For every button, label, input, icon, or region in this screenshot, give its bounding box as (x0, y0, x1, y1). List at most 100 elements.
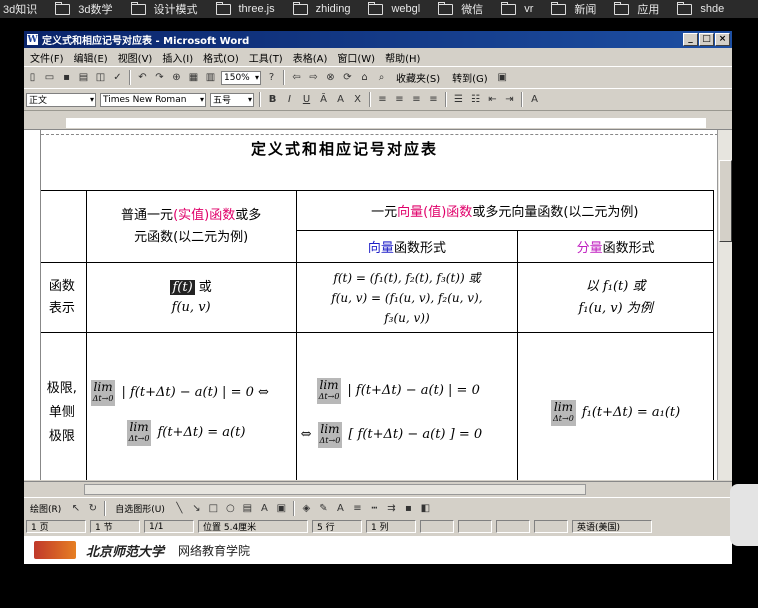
font-color-icon[interactable]: A (527, 92, 542, 107)
menu-insert[interactable]: 插入(I) (162, 50, 193, 65)
line-color-icon[interactable]: ✎ (316, 501, 331, 516)
menu-file[interactable]: 文件(F) (30, 50, 64, 65)
align-center-icon[interactable]: ≡ (392, 92, 407, 107)
bookmark-design-patterns[interactable]: 设计模式 (130, 1, 198, 17)
folder-icon (614, 1, 630, 15)
autoshapes-menu[interactable]: 自选图形(U) (115, 502, 165, 515)
minimize-button[interactable]: _ (683, 33, 698, 46)
menu-tools[interactable]: 工具(T) (249, 50, 283, 65)
menu-table[interactable]: 表格(A) (293, 50, 328, 65)
print-preview-icon[interactable]: ◫ (93, 70, 108, 85)
toolbar-separator (259, 92, 261, 107)
side-panel-handle[interactable] (730, 484, 758, 546)
show-web-toolbar-icon[interactable]: ▣ (495, 70, 510, 85)
increase-indent-icon[interactable]: ⇥ (502, 92, 517, 107)
arrow-icon[interactable]: ↘ (189, 501, 204, 516)
border-char-icon[interactable]: Ā (316, 92, 331, 107)
columns-icon[interactable]: ▥ (203, 70, 218, 85)
bookmark-3d-math[interactable]: 3d数学 (55, 1, 113, 17)
menu-format[interactable]: 格式(O) (203, 50, 239, 65)
rectangle-icon[interactable]: □ (206, 501, 221, 516)
word-app-icon[interactable]: W (27, 34, 38, 45)
print-icon[interactable]: ▤ (76, 70, 91, 85)
line-icon[interactable]: ╲ (172, 501, 187, 516)
numbering-icon[interactable]: ☰ (451, 92, 466, 107)
open-folder-icon[interactable]: ▭ (42, 70, 57, 85)
style-select[interactable]: 正文 (26, 92, 96, 107)
menu-window[interactable]: 窗口(W) (337, 50, 375, 65)
3d-icon[interactable]: ◧ (418, 501, 433, 516)
back-arrow-icon[interactable]: ⇦ (289, 70, 304, 85)
textbox-icon[interactable]: ▤ (240, 501, 255, 516)
clipart-icon[interactable]: ▣ (274, 501, 289, 516)
close-button[interactable]: × (715, 33, 730, 46)
save-icon[interactable]: ▪ (59, 70, 74, 85)
bookmark-apps[interactable]: 应用 (614, 1, 659, 17)
align-left-icon[interactable]: ≡ (375, 92, 390, 107)
select-objects-icon[interactable]: ↖ (68, 501, 83, 516)
vertical-scroll-thumb[interactable] (719, 160, 732, 242)
justify-icon[interactable]: ≡ (426, 92, 441, 107)
horizontal-scroll-thumb[interactable] (84, 484, 586, 495)
new-document-icon[interactable]: ▯ (25, 70, 40, 85)
font-color-icon[interactable]: A (333, 501, 348, 516)
school-logo (34, 541, 76, 559)
bookmark-threejs[interactable]: three.js (215, 1, 275, 15)
menu-help[interactable]: 帮助(H) (385, 50, 420, 65)
forward-arrow-icon[interactable]: ⇨ (306, 70, 321, 85)
align-right-icon[interactable]: ≡ (409, 92, 424, 107)
font-select[interactable]: Times New Roman (100, 92, 206, 107)
wordart-icon[interactable]: A (257, 501, 272, 516)
char-shading-icon[interactable]: A (333, 92, 348, 107)
dash-style-icon[interactable]: ┅ (367, 501, 382, 516)
underline-icon[interactable]: U (299, 92, 314, 107)
bookmark-news[interactable]: 新闻 (551, 1, 596, 17)
menu-view[interactable]: 视图(V) (118, 50, 153, 65)
help-icon[interactable]: ? (264, 70, 279, 85)
bookmark-webgl[interactable]: webgl (368, 1, 420, 15)
bookmark-vr[interactable]: vr (501, 1, 533, 15)
goto-menu[interactable]: 转到(G) (452, 70, 488, 85)
shadow-icon[interactable]: ▪ (401, 501, 416, 516)
bullets-icon[interactable]: ☷ (468, 92, 483, 107)
horizontal-scrollbar[interactable] (24, 481, 732, 496)
title-bar[interactable]: W 定义式和相应记号对应表 - Microsoft Word _ □ × (24, 31, 732, 48)
bookmark-3d-knowledge[interactable]: 3d知识 (3, 1, 37, 17)
document-page[interactable]: 定义式和相应记号对应表 普通一元(实值)函数或多 元函数(以二元为例) 一元向量… (41, 130, 718, 480)
bookmark-shde[interactable]: shde (677, 1, 724, 15)
arrow-style-icon[interactable]: ⇉ (384, 501, 399, 516)
oval-icon[interactable]: ○ (223, 501, 238, 516)
menu-edit[interactable]: 编辑(E) (74, 50, 108, 65)
bookmark-bar: 3d知识 3d数学 设计模式 three.js zhiding webgl 微信… (0, 0, 758, 18)
spelling-icon[interactable]: ✓ (110, 70, 125, 85)
toolbar-separator (445, 92, 447, 107)
bookmark-wechat[interactable]: 微信 (438, 1, 483, 17)
draw-menu[interactable]: 绘图(R) (30, 502, 61, 515)
font-size-select[interactable]: 五号 (210, 92, 254, 107)
decrease-indent-icon[interactable]: ⇤ (485, 92, 500, 107)
zoom-select[interactable]: 150% (221, 70, 261, 85)
horizontal-ruler[interactable] (24, 117, 732, 130)
line-style-icon[interactable]: ≡ (350, 501, 365, 516)
favorites-menu[interactable]: 收藏夹(S) (396, 70, 440, 85)
home-icon[interactable]: ⌂ (357, 70, 372, 85)
refresh-icon[interactable]: ⟳ (340, 70, 355, 85)
vertical-scrollbar[interactable] (717, 130, 732, 480)
toolbar-separator (104, 500, 107, 516)
italic-icon[interactable]: I (282, 92, 297, 107)
window-title: 定义式和相应记号对应表 - Microsoft Word (42, 36, 250, 47)
bold-icon[interactable]: B (265, 92, 280, 107)
rotate-icon[interactable]: ↻ (85, 501, 100, 516)
undo-icon[interactable]: ↶ (135, 70, 150, 85)
hyperlink-icon[interactable]: ⊕ (169, 70, 184, 85)
vertical-ruler[interactable] (24, 130, 41, 480)
char-scale-icon[interactable]: X (350, 92, 365, 107)
drawing-toolbar: 绘图(R) ↖ ↻ 自选图形(U) ╲ ↘ □ ○ ▤ A ▣ ◈ ✎ A ≡ … (24, 497, 732, 518)
fill-color-icon[interactable]: ◈ (299, 501, 314, 516)
maximize-button[interactable]: □ (699, 33, 714, 46)
stop-icon[interactable]: ⊗ (323, 70, 338, 85)
redo-icon[interactable]: ↷ (152, 70, 167, 85)
tables-icon[interactable]: ▦ (186, 70, 201, 85)
search-icon[interactable]: ⌕ (374, 70, 389, 85)
bookmark-zhiding[interactable]: zhiding (292, 1, 350, 15)
